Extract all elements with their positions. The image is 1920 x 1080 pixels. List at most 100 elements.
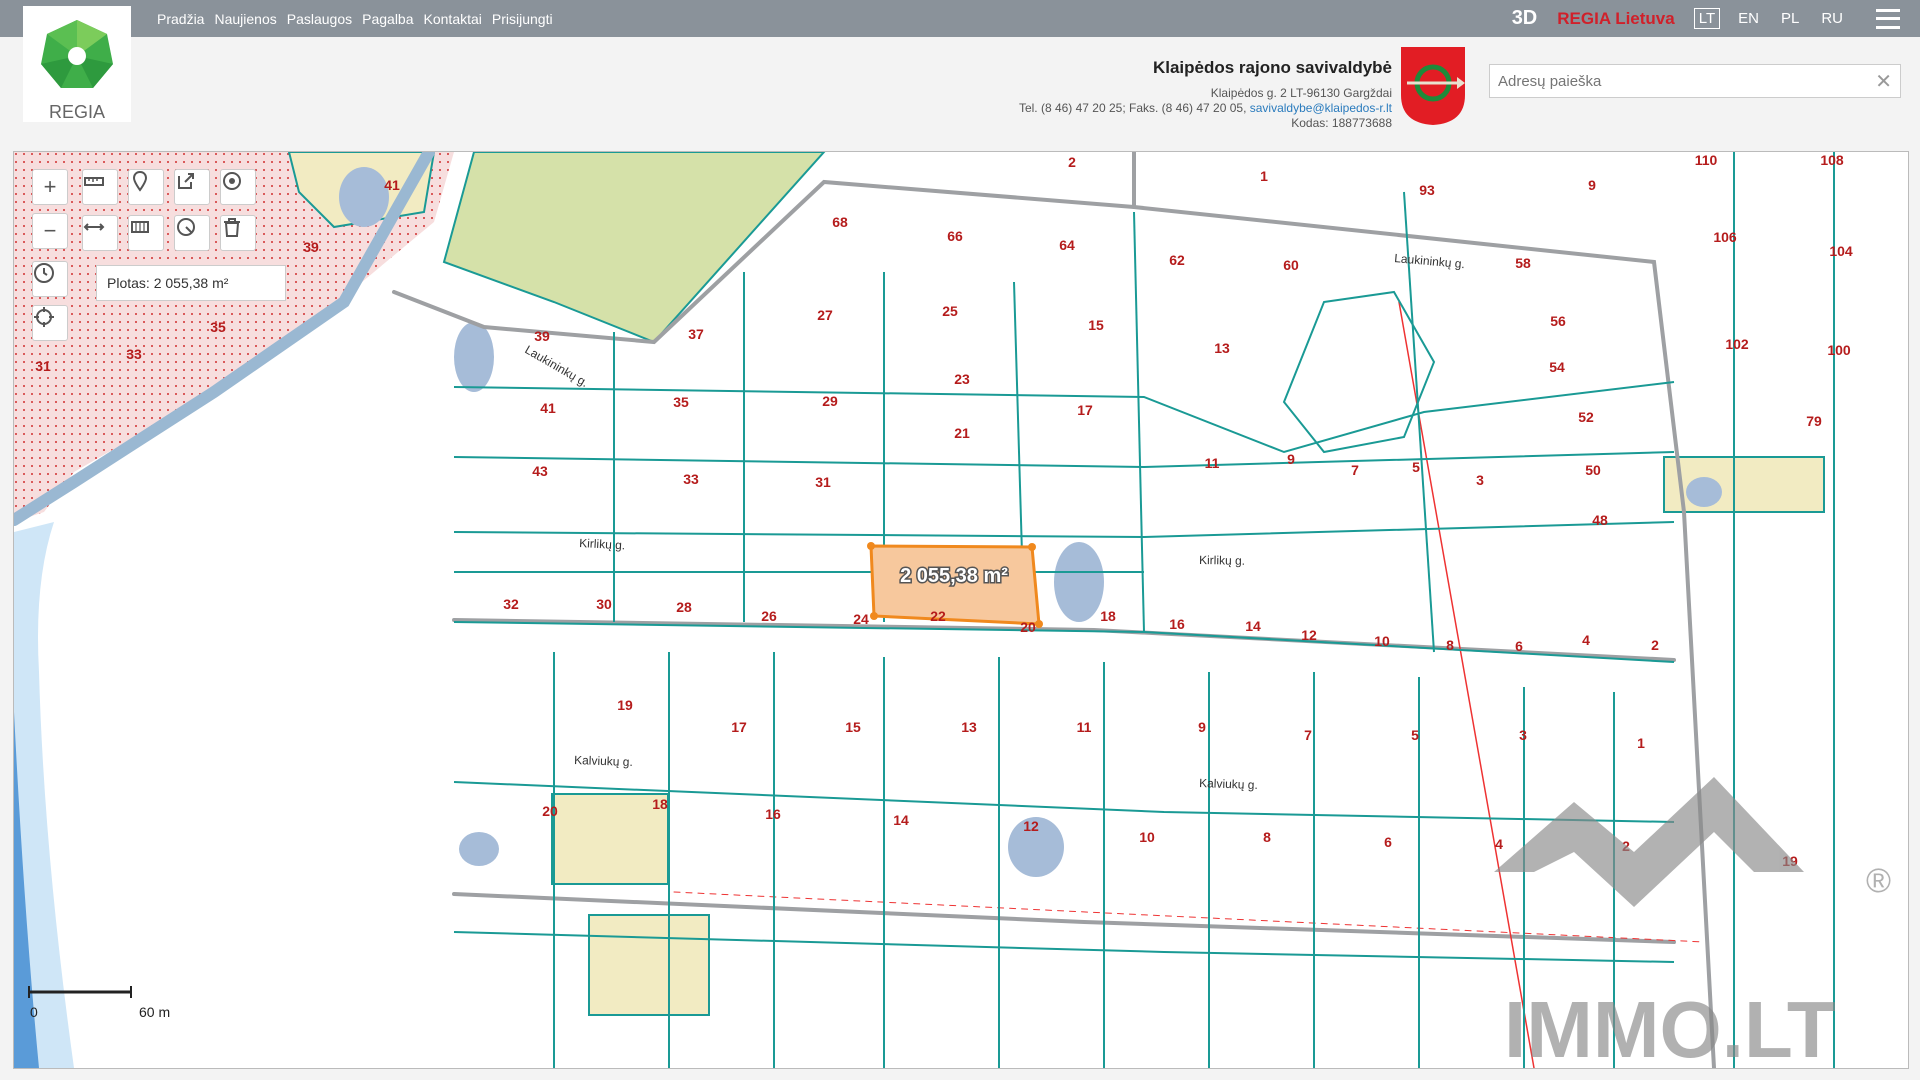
parcel-number: 79 xyxy=(1806,413,1822,429)
parcel-number: 30 xyxy=(596,596,612,612)
parcel-number: 108 xyxy=(1820,152,1844,168)
zoom-out-button[interactable]: − xyxy=(32,213,68,249)
measure-radius-button[interactable] xyxy=(174,215,210,251)
street-label: Kalviukų g. xyxy=(574,753,633,769)
lang-pl[interactable]: PL xyxy=(1777,9,1803,28)
map-canvas[interactable]: 2 055,38 m² Laukininkų g. Laukininkų g. Ki… xyxy=(13,151,1909,1069)
regia-logo[interactable]: REGIA xyxy=(23,6,131,122)
measure-area-button[interactable] xyxy=(128,215,164,251)
parcel-number: 37 xyxy=(688,326,704,342)
scale-distance: 60 m xyxy=(139,1004,170,1020)
share-icon xyxy=(178,173,194,189)
hamburger-menu-icon[interactable] xyxy=(1876,8,1900,29)
nav-naujienos[interactable]: Naujienos xyxy=(214,11,276,27)
nav-pradzia[interactable]: Pradžia xyxy=(157,11,204,27)
parcel-number: 10 xyxy=(1139,829,1155,845)
municipality-address: Klaipėdos g. 2 LT-96130 Gargždai xyxy=(1210,86,1392,100)
selected-area-label: 2 055,38 m² xyxy=(900,565,1008,587)
municipality-name: Klaipėdos rajono savivaldybė xyxy=(1152,58,1392,77)
parcel-number: 28 xyxy=(676,599,692,615)
parcel-number: 31 xyxy=(35,358,51,374)
parcel-number: 2 xyxy=(1068,154,1076,170)
parcel-number: 7 xyxy=(1304,727,1312,743)
parcel-number: 5 xyxy=(1412,459,1420,475)
crosshair-icon xyxy=(34,307,54,327)
address-search-input[interactable] xyxy=(1496,65,1860,97)
3d-button[interactable]: 3D xyxy=(1512,7,1538,30)
target-button[interactable] xyxy=(220,169,256,205)
map-layer[interactable]: 2 055,38 m² Laukininkų g. Laukininkų g. Ki… xyxy=(14,152,1908,1068)
green-area xyxy=(442,152,826,344)
nav-paslaugos[interactable]: Paslaugos xyxy=(287,11,352,27)
parcel-number: 39 xyxy=(534,328,550,344)
parcel-number: 4 xyxy=(1582,632,1590,648)
parcel-number: 33 xyxy=(683,471,699,487)
share-button[interactable] xyxy=(174,169,210,205)
municipality-email-link[interactable]: savivaldybe@klaipedos-r.lt xyxy=(1250,101,1392,115)
parcel-number: 33 xyxy=(126,346,142,362)
parcel-number: 60 xyxy=(1283,257,1299,273)
selected-parcel[interactable]: 2 055,38 m² xyxy=(867,542,1043,628)
parcel-number: 25 xyxy=(942,303,958,319)
measure-distance-button[interactable] xyxy=(82,215,118,251)
trash-icon xyxy=(224,218,240,237)
locate-button[interactable] xyxy=(32,305,68,341)
parcel-number: 10 xyxy=(1374,633,1390,649)
parcel-number: 5 xyxy=(1411,727,1419,743)
parcel-number: 13 xyxy=(1214,340,1230,356)
distance-icon xyxy=(83,223,105,231)
parcel-number: 35 xyxy=(673,394,689,410)
lang-en[interactable]: EN xyxy=(1734,9,1763,28)
parcel-number: 21 xyxy=(954,425,970,441)
parcel-number: 11 xyxy=(1205,455,1220,471)
parcel-number: 64 xyxy=(1059,237,1075,253)
street-label: Laukininkų g. xyxy=(1394,251,1466,271)
parcel-number: 9 xyxy=(1287,451,1295,467)
scale-zero: 0 xyxy=(30,1004,38,1020)
parcel-number: 39 xyxy=(303,239,319,255)
delete-measure-button[interactable] xyxy=(220,215,256,251)
lang-lt[interactable]: LT xyxy=(1693,8,1721,29)
street-label: Kalviukų g. xyxy=(1199,776,1258,792)
parcel-number: 14 xyxy=(893,812,909,828)
top-right-controls: 3D REGIA Lietuva LT EN PL RU xyxy=(1512,0,1920,37)
area-icon xyxy=(131,221,149,233)
marker-button[interactable] xyxy=(128,169,164,205)
pin-icon xyxy=(132,170,148,192)
parcel-number: 15 xyxy=(845,719,861,735)
parcel-number: 32 xyxy=(503,596,519,612)
river xyxy=(14,522,74,1068)
parcel-number: 110 xyxy=(1695,152,1718,168)
parcel-number: 2 xyxy=(1651,637,1659,653)
street-label: Kirlikų g. xyxy=(579,536,626,552)
municipality-code: Kodas: 188773688 xyxy=(1291,116,1392,130)
parcel-number: 20 xyxy=(542,803,558,819)
parcel-number: 102 xyxy=(1725,336,1749,352)
lang-ru[interactable]: RU xyxy=(1817,9,1847,28)
parcel-number: 26 xyxy=(761,608,777,624)
parcel-number: 19 xyxy=(617,697,633,713)
parcel-number: 8 xyxy=(1446,637,1454,653)
zoom-in-button[interactable]: + xyxy=(32,169,68,205)
watermark-registered: ® xyxy=(1866,862,1891,900)
parcel-number: 50 xyxy=(1585,462,1601,478)
parcel-number: 17 xyxy=(1077,402,1093,418)
parcel-number: 8 xyxy=(1263,829,1271,845)
logo-text: REGIA xyxy=(48,102,105,122)
parcel-number: 4 xyxy=(1495,836,1503,852)
parcel-number: 104 xyxy=(1829,243,1853,259)
parcel-number: 14 xyxy=(1245,618,1261,634)
clear-search-icon[interactable]: ✕ xyxy=(1875,69,1892,94)
nav-kontaktai[interactable]: Kontaktai xyxy=(424,11,482,27)
parcel-number: 12 xyxy=(1301,627,1317,643)
measure-button[interactable] xyxy=(82,169,118,205)
parcel-number: 31 xyxy=(815,474,831,490)
nav-prisijungti[interactable]: Prisijungti xyxy=(492,11,553,27)
history-button[interactable] xyxy=(32,261,68,297)
parcel-number: 56 xyxy=(1550,313,1566,329)
parcel-number: 66 xyxy=(947,228,963,244)
regia-lietuva-link[interactable]: REGIA Lietuva xyxy=(1557,9,1674,29)
parcel-number: 13 xyxy=(961,719,977,735)
nav-pagalba[interactable]: Pagalba xyxy=(362,11,413,27)
watermark-text: IMMO.LT xyxy=(1504,985,1836,1068)
